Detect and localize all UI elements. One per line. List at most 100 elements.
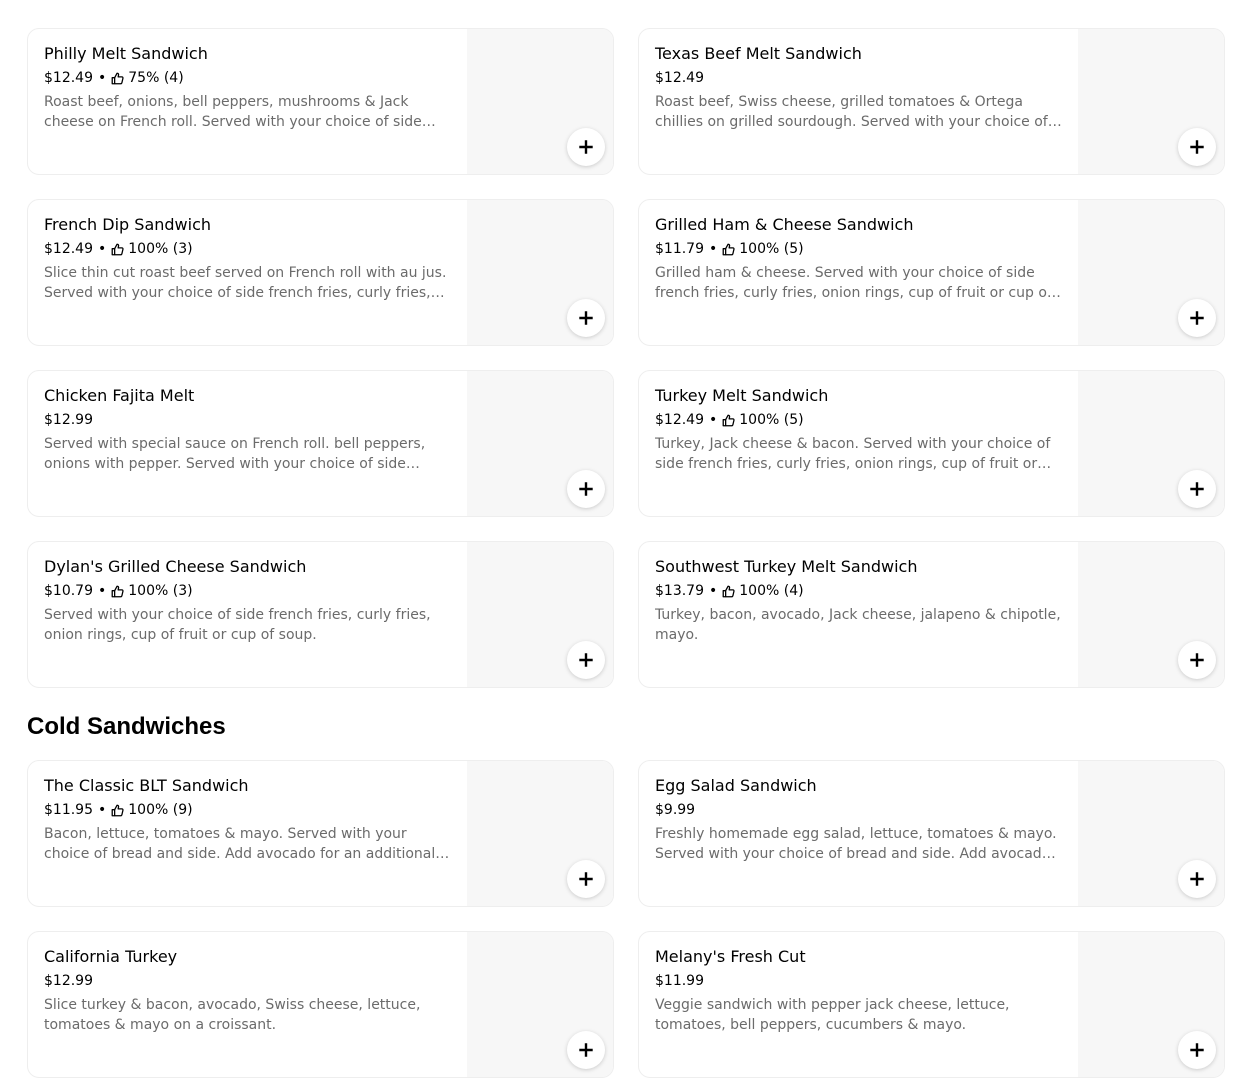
item-description: Served with your choice of side french f… [44,607,431,643]
plus-icon [1190,140,1204,154]
item-price: $12.49 [44,70,93,86]
item-rating: 100% (4) [739,583,804,599]
item-price: $12.49 [44,241,93,257]
thumbs-up-icon [111,585,124,598]
plus-icon [1190,482,1204,496]
item-info: Melany's Fresh Cut $11.99 Veggie sandwic… [655,946,1063,1035]
plus-icon [579,1043,593,1057]
item-name: Melany's Fresh Cut [655,947,806,966]
item-name: Egg Salad Sandwich [655,776,817,795]
item-name: Chicken Fajita Melt [44,386,195,405]
item-description: Slice turkey & bacon, avocado, Swiss che… [44,997,421,1033]
item-info: Dylan's Grilled Cheese Sandwich $10.79 •… [44,556,452,645]
meta-separator: • [98,802,107,818]
menu-item-card[interactable]: Philly Melt Sandwich $12.49 • 75% (4) Ro… [27,28,614,175]
add-to-cart-button[interactable] [567,641,605,679]
menu-item-card[interactable]: Southwest Turkey Melt Sandwich $13.79 • … [638,541,1225,688]
add-to-cart-button[interactable] [1178,1031,1216,1069]
add-to-cart-button[interactable] [1178,641,1216,679]
item-meta: $11.99 [655,971,1063,991]
plus-icon [579,653,593,667]
plus-icon [1190,872,1204,886]
plus-icon [579,872,593,886]
meta-separator: • [709,583,718,599]
item-description: Served with special sauce on French roll… [44,436,426,472]
menu-item-card[interactable]: Turkey Melt Sandwich $12.49 • 100% (5) T… [638,370,1225,517]
thumbs-up-icon [111,72,124,85]
item-info: Grilled Ham & Cheese Sandwich $11.79 • 1… [655,214,1063,303]
plus-icon [579,140,593,154]
item-rating: 100% (5) [739,412,804,428]
plus-icon [1190,311,1204,325]
item-price: $9.99 [655,802,696,818]
item-name: Texas Beef Melt Sandwich [655,44,862,63]
item-description: Roast beef, Swiss cheese, grilled tomato… [655,94,1048,130]
menu-item-card[interactable]: The Classic BLT Sandwich $11.95 • 100% (… [27,760,614,907]
menu-item-card[interactable]: French Dip Sandwich $12.49 • 100% (3) Sl… [27,199,614,346]
add-to-cart-button[interactable] [567,860,605,898]
item-rating: 100% (9) [128,802,193,818]
item-meta: $12.49 • 100% (5) [655,410,1063,430]
item-name: Philly Melt Sandwich [44,44,208,63]
thumbs-up-icon [722,243,735,256]
item-meta: $9.99 [655,800,1063,820]
item-meta: $12.99 [44,971,452,991]
item-info: Turkey Melt Sandwich $12.49 • 100% (5) T… [655,385,1063,474]
menu-item-card[interactable]: Egg Salad Sandwich $9.99 Freshly homemad… [638,760,1225,907]
item-price: $11.95 [44,802,93,818]
item-name: Grilled Ham & Cheese Sandwich [655,215,914,234]
item-meta: $11.79 • 100% (5) [655,239,1063,259]
add-to-cart-button[interactable] [1178,128,1216,166]
item-meta: $12.49 • 75% (4) [44,68,452,88]
item-name: French Dip Sandwich [44,215,212,234]
thumbs-up-icon [722,414,735,427]
item-name: Turkey Melt Sandwich [655,386,829,405]
item-meta: $13.79 • 100% (4) [655,581,1063,601]
add-to-cart-button[interactable] [567,1031,605,1069]
item-rating: 100% (3) [128,241,193,257]
item-name: Southwest Turkey Melt Sandwich [655,557,918,576]
menu-item-card[interactable]: Texas Beef Melt Sandwich $12.49 Roast be… [638,28,1225,175]
item-description: Grilled ham & cheese. Served with your c… [655,265,1052,301]
meta-separator: • [709,241,718,257]
item-name: Dylan's Grilled Cheese Sandwich [44,557,307,576]
thumbs-up-icon [111,243,124,256]
menu-item-card[interactable]: California Turkey $12.99 Slice turkey & … [27,931,614,1078]
item-info: Egg Salad Sandwich $9.99 Freshly homemad… [655,775,1063,864]
item-info: Chicken Fajita Melt $12.99 Served with s… [44,385,452,474]
item-price: $12.99 [44,412,93,428]
item-info: French Dip Sandwich $12.49 • 100% (3) Sl… [44,214,452,303]
menu-item-card[interactable]: Dylan's Grilled Cheese Sandwich $10.79 •… [27,541,614,688]
item-description: Slice thin cut roast beef served on Fren… [44,265,447,301]
item-description: Turkey, bacon, avocado, Jack cheese, jal… [655,607,1061,643]
item-description: Freshly homemade egg salad, lettuce, tom… [655,826,1057,862]
item-description: Bacon, lettuce, tomatoes & mayo. Served … [44,826,436,862]
add-to-cart-button[interactable] [567,299,605,337]
item-price: $11.99 [655,973,704,989]
thumbs-up-icon [722,585,735,598]
plus-icon [579,482,593,496]
item-info: The Classic BLT Sandwich $11.95 • 100% (… [44,775,452,864]
meta-separator: • [709,412,718,428]
item-meta: $12.49 • 100% (3) [44,239,452,259]
item-rating: 100% (3) [128,583,193,599]
item-meta: $11.95 • 100% (9) [44,800,452,820]
menu-item-card[interactable]: Melany's Fresh Cut $11.99 Veggie sandwic… [638,931,1225,1078]
menu-item-card[interactable]: Grilled Ham & Cheese Sandwich $11.79 • 1… [638,199,1225,346]
add-to-cart-button[interactable] [1178,860,1216,898]
meta-separator: • [98,70,107,86]
item-info: Texas Beef Melt Sandwich $12.49 Roast be… [655,43,1063,132]
add-to-cart-button[interactable] [1178,299,1216,337]
add-to-cart-button[interactable] [567,128,605,166]
meta-separator: • [98,241,107,257]
plus-icon [1190,653,1204,667]
item-rating: 100% (5) [739,241,804,257]
item-price: $12.99 [44,973,93,989]
item-description: Turkey, Jack cheese & bacon. Served with… [655,436,1051,472]
add-to-cart-button[interactable] [567,470,605,508]
add-to-cart-button[interactable] [1178,470,1216,508]
item-meta: $12.99 [44,410,452,430]
item-price: $10.79 [44,583,93,599]
item-info: Southwest Turkey Melt Sandwich $13.79 • … [655,556,1063,645]
menu-item-card[interactable]: Chicken Fajita Melt $12.99 Served with s… [27,370,614,517]
